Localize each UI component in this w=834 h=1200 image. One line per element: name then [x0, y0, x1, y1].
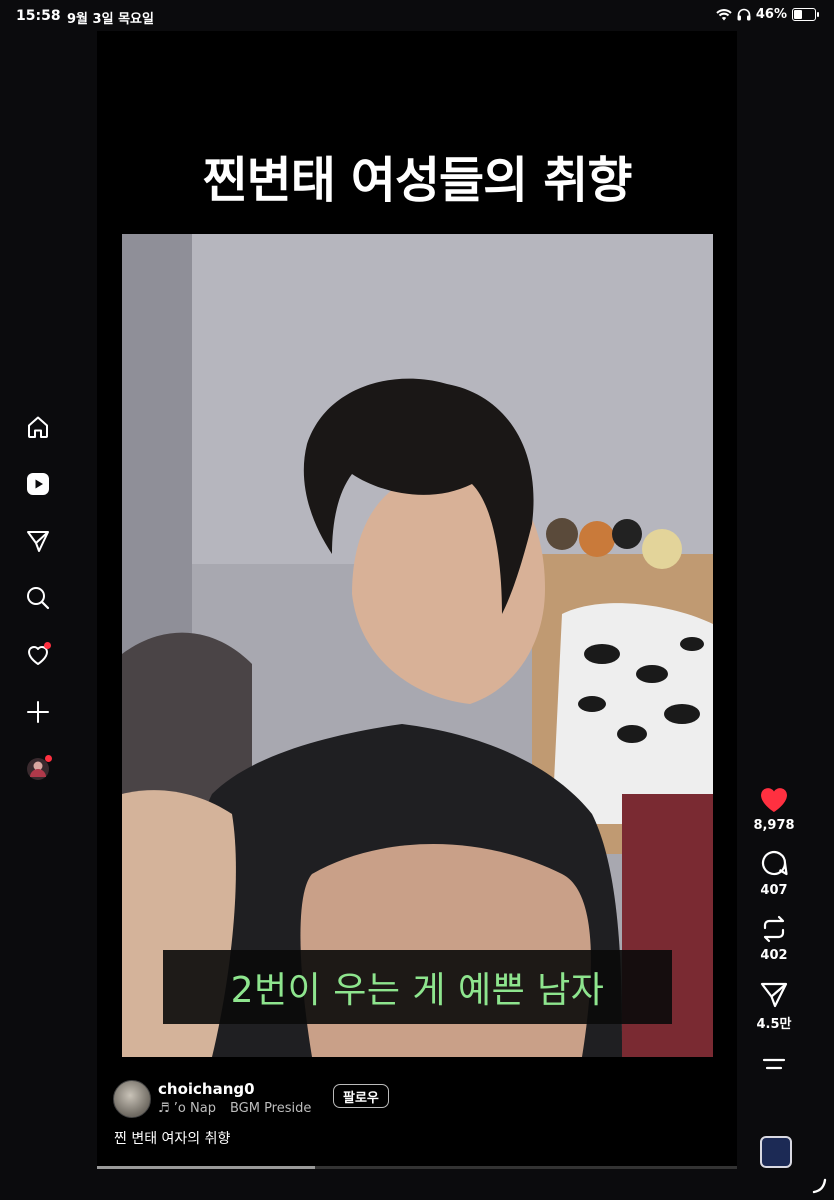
reel-title: 찐변태 여성들의 취향 [202, 152, 633, 209]
progress-fill [97, 1166, 315, 1169]
nav-reels[interactable] [23, 469, 53, 499]
reel-caption: 찐 변태 여자의 취향 [114, 1131, 231, 1147]
video-frame[interactable]: 2번이 우는 게 예쁜 남자 [122, 234, 713, 1057]
status-time: 15:58 [16, 8, 61, 24]
share-action[interactable]: 4.5만 [757, 979, 792, 1032]
audio-thumbnail[interactable] [760, 1136, 792, 1168]
repost-icon [763, 915, 785, 943]
profile-badge [45, 755, 52, 762]
progress-bar[interactable] [97, 1166, 737, 1169]
heart-filled-icon [761, 788, 787, 812]
activity-badge [44, 642, 51, 649]
more-action[interactable] [761, 1054, 787, 1074]
home-icon [28, 416, 48, 438]
search-icon [27, 587, 50, 610]
nav-activity[interactable] [23, 640, 53, 670]
plus-icon [27, 701, 49, 723]
share-count: 4.5만 [756, 1017, 792, 1032]
battery-icon [792, 8, 819, 21]
nav-direct[interactable] [23, 526, 53, 556]
reel-player[interactable]: 찐변태 여성들의 취향 2번이 우는 게 예쁜 남자 choichang0 ♬ … [97, 31, 737, 1169]
headphones-icon [737, 8, 751, 21]
author-avatar[interactable] [113, 1080, 151, 1118]
status-right: 46% [716, 7, 819, 22]
left-nav [20, 412, 56, 784]
more-icon [762, 1058, 786, 1070]
author-row: choichang0 ♬ ’o Nap BGM Preside 팔로우 [113, 1080, 713, 1120]
reels-icon [27, 473, 49, 495]
send-icon [760, 982, 788, 1008]
comment-action[interactable]: 407 [759, 849, 789, 898]
audio-track: ♬ ’o Nap [158, 1101, 216, 1116]
author-username[interactable]: choichang0 [158, 1080, 255, 1098]
status-date: 9월 3일 목요일 [67, 12, 154, 27]
repost-action[interactable]: 402 [759, 914, 789, 963]
video-scene [122, 234, 713, 1057]
comment-icon [761, 850, 788, 876]
page-curl-icon [812, 1178, 827, 1194]
status-bar: 15:58 9월 3일 목요일 46% [0, 0, 834, 32]
nav-create[interactable] [23, 697, 53, 727]
repost-count: 402 [760, 948, 788, 963]
wifi-icon [716, 8, 732, 20]
nav-profile[interactable] [23, 754, 53, 784]
nav-home[interactable] [23, 412, 53, 442]
like-action[interactable]: 8,978 [753, 786, 795, 833]
video-subtitle: 2번이 우는 게 예쁜 남자 [163, 950, 672, 1024]
nav-search[interactable] [23, 583, 53, 613]
battery-fill [794, 10, 803, 19]
follow-button[interactable]: 팔로우 [333, 1084, 389, 1108]
send-icon [27, 531, 49, 552]
audio-info[interactable]: ♬ ’o Nap BGM Preside [158, 1101, 311, 1116]
audio-artist: BGM Preside [229, 1101, 312, 1116]
comment-count: 407 [760, 883, 788, 898]
battery-percent: 46% [755, 7, 787, 22]
action-rail: 8,978 407 402 4.5만 [749, 786, 799, 1090]
like-count: 8,978 [753, 818, 795, 833]
